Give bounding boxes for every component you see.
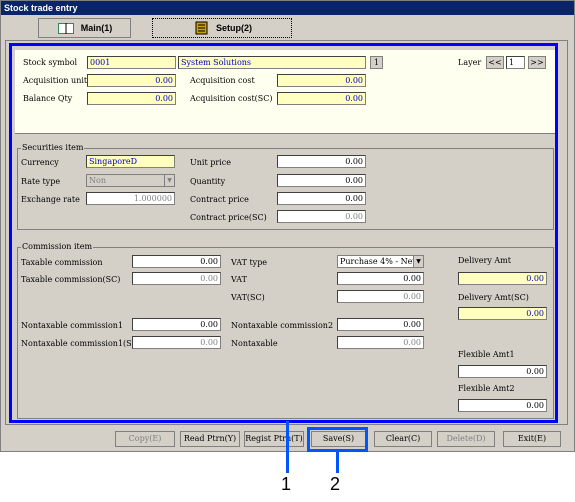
callout-line-2 [336,452,339,473]
window-title: Stock trade entry [1,1,574,15]
regist-pattern-button[interactable]: Regist Ptrn(T) [244,431,304,447]
read-pattern-button[interactable]: Read Ptrn(Y) [180,431,240,447]
tab-setup[interactable]: Setup(2) [152,18,292,38]
notepad-icon [195,21,208,35]
delete-button[interactable]: Delete(D) [437,431,495,447]
book-icon [57,23,74,34]
clear-button[interactable]: Clear(C) [374,431,432,447]
callout-number-1: 1 [281,474,292,494]
save-callout-box [307,427,368,452]
tab-setup-label: Setup(2) [216,23,252,33]
tab-main[interactable]: Main(1) [38,18,131,38]
callout-number-2: 2 [330,474,341,494]
highlight-frame [9,43,558,423]
copy-button[interactable]: Copy(E) [115,431,175,447]
tab-main-label: Main(1) [80,23,113,33]
exit-button[interactable]: Exit(E) [503,431,561,447]
callout-line-1 [286,421,289,473]
